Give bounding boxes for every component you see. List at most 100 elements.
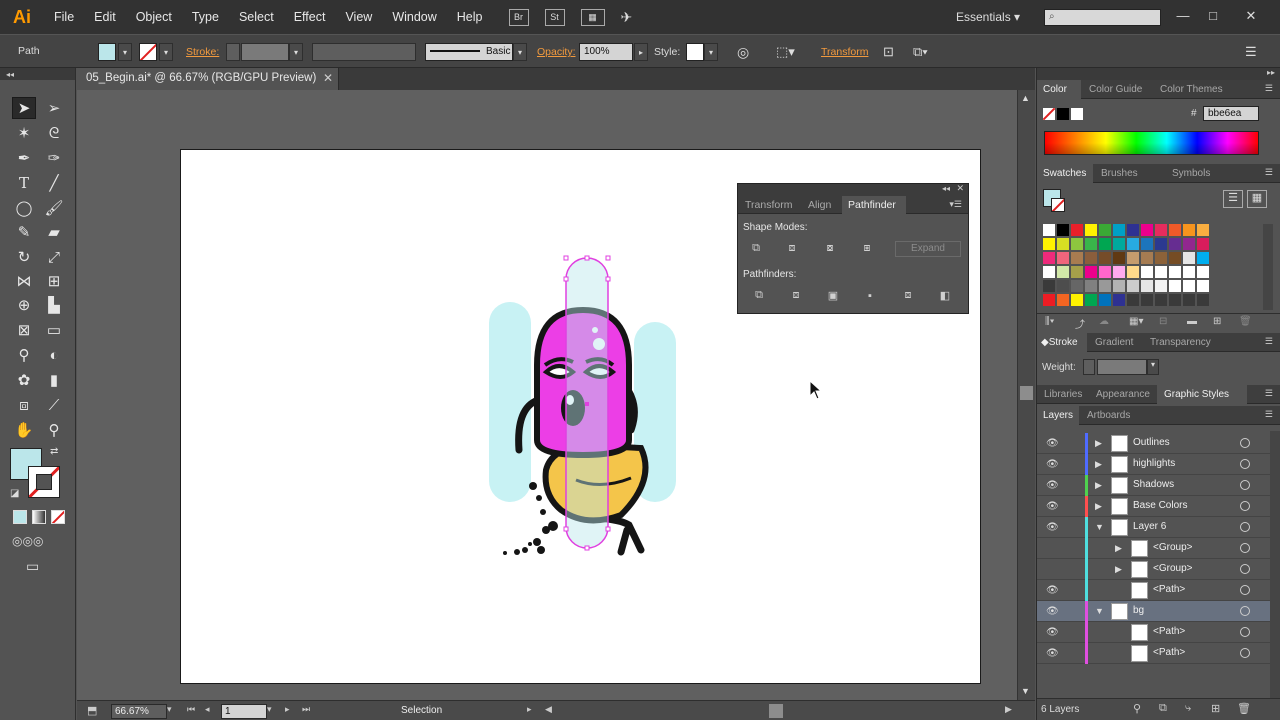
expand-arrow-icon[interactable]: ▶ — [1095, 480, 1102, 491]
color-swatch[interactable] — [1169, 280, 1181, 292]
target-circle-icon[interactable] — [1240, 459, 1250, 469]
color-swatch[interactable] — [1071, 238, 1083, 250]
layer-row[interactable]: 👁 ▶ Base Colors — [1037, 496, 1270, 517]
menu-window[interactable]: Window — [382, 10, 446, 24]
stock-button[interactable]: St — [544, 8, 565, 26]
white-swatch[interactable] — [1071, 108, 1083, 120]
minus-back-icon[interactable]: ◧ — [938, 289, 952, 302]
swatches-scrollbar[interactable] — [1263, 224, 1273, 310]
delete-layer-icon[interactable]: 🗑 — [1237, 702, 1251, 715]
color-swatch[interactable] — [1085, 224, 1097, 236]
color-swatch[interactable] — [1183, 252, 1195, 264]
color-swatch[interactable] — [1141, 252, 1153, 264]
color-swatch[interactable] — [1057, 252, 1069, 264]
recolor-artwork-icon[interactable]: ◎ — [737, 44, 749, 61]
layer-row[interactable]: 👁 <Path> — [1037, 643, 1270, 664]
weight-field[interactable] — [1097, 359, 1147, 375]
color-swatch[interactable] — [1197, 294, 1209, 306]
new-color-group-icon[interactable]: ▬ — [1187, 316, 1197, 327]
pathfinder-panel-header[interactable]: ◂◂ ✕ — [738, 183, 968, 196]
layers-scrollbar[interactable] — [1270, 431, 1280, 701]
color-swatch[interactable] — [1155, 252, 1167, 264]
line-tool-icon[interactable]: ╱ — [42, 172, 66, 194]
share-icon[interactable]: ⬒ — [87, 704, 97, 717]
target-circle-icon[interactable] — [1240, 564, 1250, 574]
none-swatch[interactable] — [1043, 108, 1055, 120]
menu-effect[interactable]: Effect — [284, 10, 336, 24]
new-layer-icon[interactable]: ⊞ — [1211, 702, 1220, 715]
menu-select[interactable]: Select — [229, 10, 284, 24]
direct-selection-tool-icon[interactable]: ➢ — [42, 97, 66, 119]
swap-fill-stroke-icon[interactable]: ⇄ — [50, 446, 58, 457]
tab-layers[interactable]: Layers — [1043, 410, 1073, 421]
color-swatch[interactable] — [1099, 238, 1111, 250]
workspace-switcher[interactable]: Essentials ▾ — [956, 10, 1020, 24]
stroke-weight-field[interactable] — [241, 43, 289, 61]
tab-artboards[interactable]: Artboards — [1087, 410, 1130, 421]
merge-icon[interactable]: ▣ — [826, 289, 840, 302]
tab-libraries[interactable]: Libraries — [1044, 389, 1082, 400]
new-sublayer-icon[interactable]: ⤷ — [1185, 702, 1191, 715]
add-to-library-icon[interactable]: ⤴ — [1075, 316, 1085, 331]
tab-transparency[interactable]: Transparency — [1150, 337, 1211, 348]
align-to-icon[interactable]: ⬚▾ — [776, 44, 795, 60]
arrange-icon[interactable]: ⧉▾ — [913, 44, 928, 60]
target-circle-icon[interactable] — [1240, 480, 1250, 490]
collapse-panel-icon[interactable]: ◂◂ — [942, 184, 950, 193]
weight-dropdown[interactable]: ▾ — [1147, 359, 1159, 375]
color-swatch[interactable] — [1071, 252, 1083, 264]
scroll-right-icon[interactable]: ▶ — [1005, 704, 1012, 715]
shaper-tool-icon[interactable]: ✎ — [12, 221, 36, 243]
color-swatch[interactable] — [1043, 266, 1055, 278]
delete-swatch-icon[interactable]: 🗑 — [1239, 316, 1252, 327]
locate-object-icon[interactable]: ⚲ — [1133, 702, 1141, 715]
weight-stepper[interactable] — [1083, 359, 1095, 375]
color-swatch[interactable] — [1183, 280, 1195, 292]
color-swatch[interactable] — [1169, 252, 1181, 264]
color-swatch[interactable] — [1197, 238, 1209, 250]
eraser-tool-icon[interactable]: ▰ — [42, 221, 66, 243]
color-swatch[interactable] — [1043, 280, 1055, 292]
expand-dock-icon[interactable]: ▸▸ — [1267, 68, 1275, 77]
color-swatch[interactable] — [1113, 224, 1125, 236]
stroke-weight-dropdown[interactable]: ▾ — [289, 43, 303, 61]
gpu-performance-icon[interactable]: ✈ — [621, 9, 633, 26]
trim-icon[interactable]: ⧈ — [789, 289, 803, 302]
tab-align[interactable]: Align — [808, 199, 831, 211]
color-swatch[interactable] — [1085, 252, 1097, 264]
menu-view[interactable]: View — [335, 10, 382, 24]
previous-artboard-icon[interactable]: ◂ — [205, 704, 210, 715]
horizontal-scroll-thumb[interactable] — [769, 704, 783, 718]
target-circle-icon[interactable] — [1240, 627, 1250, 637]
status-menu-icon[interactable]: ▸ — [527, 704, 532, 715]
color-swatch[interactable] — [1197, 266, 1209, 278]
visibility-eye-icon[interactable]: 👁 — [1046, 438, 1059, 449]
color-swatch[interactable] — [1099, 224, 1111, 236]
tab-color-guide[interactable]: Color Guide — [1089, 84, 1142, 95]
tab-color-themes[interactable]: Color Themes — [1160, 84, 1223, 95]
panel-menu-icon[interactable]: ☰ — [1265, 336, 1273, 347]
layer-row[interactable]: 👁 ▶ Outlines — [1037, 433, 1270, 454]
search-input[interactable]: ⌕ — [1044, 9, 1161, 26]
shape-builder-tool-icon[interactable]: ⊕ — [12, 294, 36, 316]
artboard-dropdown-icon[interactable]: ▾ — [267, 704, 272, 715]
menu-object[interactable]: Object — [126, 10, 182, 24]
opacity-arrow[interactable]: ▸ — [634, 43, 648, 61]
visibility-eye-icon[interactable]: 👁 — [1046, 459, 1059, 470]
color-swatch[interactable] — [1141, 238, 1153, 250]
close-document-icon[interactable]: ✕ — [323, 71, 333, 85]
eyedropper-tool-icon[interactable]: ⚲ — [12, 344, 36, 366]
arrange-documents-icon[interactable]: ▦ — [580, 8, 605, 26]
tab-graphic-styles[interactable]: Graphic Styles — [1164, 389, 1229, 400]
color-swatch[interactable] — [1071, 280, 1083, 292]
collapse-icon[interactable]: ◂◂ — [6, 70, 14, 79]
menu-help[interactable]: Help — [447, 10, 493, 24]
scale-tool-icon[interactable]: ⤢ — [42, 246, 66, 268]
collapse-arrow-icon[interactable]: ▼ — [1095, 606, 1104, 616]
color-swatch[interactable] — [1155, 266, 1167, 278]
document-tab[interactable]: 05_Begin.ai* @ 66.67% (RGB/GPU Preview) … — [77, 68, 339, 90]
paintbrush-tool-icon[interactable]: 🖌 — [42, 197, 66, 219]
target-circle-icon[interactable] — [1240, 606, 1250, 616]
color-swatch[interactable] — [1071, 266, 1083, 278]
target-circle-icon[interactable] — [1240, 543, 1250, 553]
